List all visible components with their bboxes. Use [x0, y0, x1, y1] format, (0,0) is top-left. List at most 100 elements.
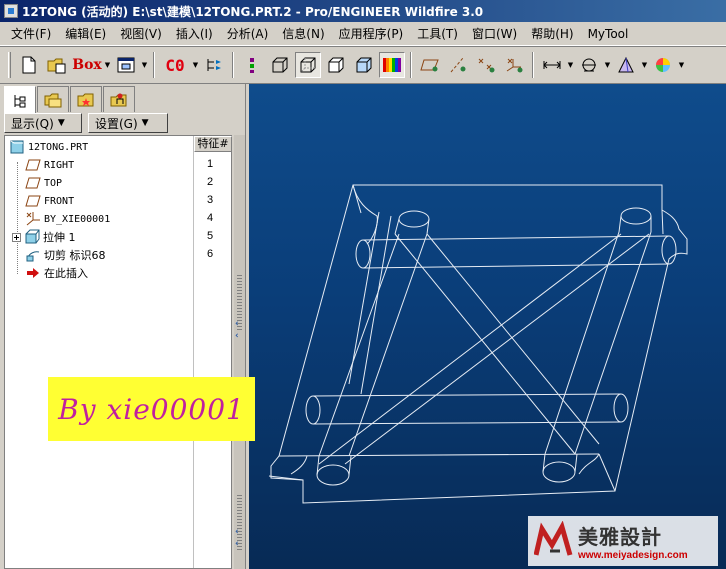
- model-tree-button[interactable]: [201, 52, 227, 78]
- regenerate-button[interactable]: C0: [160, 52, 190, 78]
- graphics-viewport[interactable]: [249, 84, 726, 569]
- title-bar[interactable]: 12TONG (活动的) E:\st\建模\12TONG.PRT.2 - Pro…: [0, 0, 726, 22]
- tree-item-front[interactable]: FRONT: [25, 192, 74, 210]
- chevron-left-icon: ‹: [235, 331, 239, 341]
- wireframe-button[interactable]: [267, 52, 293, 78]
- shading-button[interactable]: [351, 52, 377, 78]
- datum-axis-icon: [450, 57, 466, 73]
- tab-model-tree[interactable]: [4, 86, 36, 114]
- main-toolbar: Box ▼ ▼ C0 ▼ ▼ ▼ ▼ ▼: [0, 46, 726, 84]
- tree-item-cut[interactable]: 切剪 标识68: [25, 246, 106, 264]
- settings-label: 设置(G): [95, 116, 138, 131]
- feature-number: 1: [207, 158, 214, 170]
- chevron-left-icon: ‹: [235, 539, 239, 549]
- menu-bar: 文件(F) 编辑(E) 视图(V) 插入(I) 分析(A) 信息(N) 应用程序…: [0, 22, 726, 46]
- save-button[interactable]: [113, 52, 139, 78]
- menu-info[interactable]: 信息(N): [275, 24, 331, 44]
- favorites-icon: [77, 93, 94, 106]
- measure-button[interactable]: [539, 52, 565, 78]
- toolbar-separator: [153, 52, 155, 78]
- menu-tools[interactable]: 工具(T): [410, 24, 465, 44]
- shaded-cube-icon: [356, 57, 372, 73]
- open-folder-icon: [47, 58, 66, 74]
- coordinate-system-display-button[interactable]: [501, 52, 527, 78]
- toolbar-grip[interactable]: [8, 52, 11, 78]
- measure-icon: [543, 61, 561, 69]
- cut-icon: [25, 247, 41, 263]
- datum-point-icon: [478, 58, 495, 73]
- section-dropdown-arrow[interactable]: ▼: [603, 52, 612, 78]
- tree-item-label: 切剪 标识68: [44, 249, 106, 262]
- color-appearance-button[interactable]: [379, 52, 405, 78]
- datum-display-button[interactable]: [239, 52, 265, 78]
- extrude-icon: [24, 229, 40, 245]
- settings-dropdown-button[interactable]: 设置(G) ▼: [88, 113, 168, 133]
- feature-number-header[interactable]: 特征#: [194, 136, 232, 152]
- coord-system-icon: [25, 211, 41, 227]
- insert-arrow-icon: [25, 265, 41, 281]
- menu-window[interactable]: 窗口(W): [465, 24, 524, 44]
- color-spectrum-icon: [383, 58, 401, 72]
- chevron-down-icon: ▼: [57, 118, 65, 128]
- datum-plane-icon: [25, 175, 41, 191]
- datum-plane-icon: [420, 59, 439, 72]
- tree-item-right[interactable]: RIGHT: [25, 156, 74, 174]
- feature-number: 2: [207, 176, 214, 188]
- tree-item-csys[interactable]: BY_XIE00001: [25, 210, 110, 228]
- save-dropdown-arrow[interactable]: ▼: [140, 52, 149, 78]
- new-file-button[interactable]: [16, 52, 42, 78]
- part-icon: [9, 139, 25, 155]
- co-label: C0: [165, 55, 185, 75]
- coord-system-icon: [506, 58, 523, 73]
- appearance-button[interactable]: [650, 52, 676, 78]
- tab-favorites[interactable]: [70, 86, 102, 112]
- wireframe-cube-icon: [272, 57, 288, 73]
- menu-mytool[interactable]: MyTool: [581, 24, 636, 44]
- regenerate-dropdown-arrow[interactable]: ▼: [191, 52, 200, 78]
- model-tree-icon: [14, 94, 26, 107]
- tab-folder-browser[interactable]: [37, 86, 69, 112]
- tab-connections[interactable]: [103, 86, 135, 112]
- menu-insert[interactable]: 插入(I): [169, 24, 220, 44]
- watermark-logo: 美雅設計 www.meiyadesign.com: [528, 516, 718, 566]
- tree-item-label: TOP: [44, 177, 63, 189]
- measure-dropdown-arrow[interactable]: ▼: [566, 52, 575, 78]
- datum-axis-display-button[interactable]: [445, 52, 471, 78]
- feature-number: 6: [207, 248, 214, 260]
- show-dropdown-button[interactable]: 显示(Q) ▼: [4, 113, 82, 133]
- chevron-left-icon: ‹: [235, 319, 239, 329]
- section-button[interactable]: [576, 52, 602, 78]
- menu-view[interactable]: 视图(V): [113, 24, 169, 44]
- panel-splitter[interactable]: ‹ ‹ ‹ ‹: [234, 135, 245, 569]
- analysis-button[interactable]: [613, 52, 639, 78]
- hidden-line-button[interactable]: [295, 52, 321, 78]
- menu-help[interactable]: 帮助(H): [524, 24, 580, 44]
- feature-number: 4: [207, 212, 214, 224]
- datum-point-display-button[interactable]: [473, 52, 499, 78]
- toolbar-separator: [410, 52, 412, 78]
- analysis-dropdown-arrow[interactable]: ▼: [640, 52, 649, 78]
- tree-root[interactable]: 12TONG.PRT: [9, 138, 88, 156]
- datum-points-icon: [250, 58, 254, 73]
- expand-plus-icon: [11, 229, 21, 245]
- tree-item-label: 在此插入: [44, 267, 88, 280]
- datum-plane-display-button[interactable]: [417, 52, 443, 78]
- appearance-dropdown-arrow[interactable]: ▼: [677, 52, 686, 78]
- tree-item-top[interactable]: TOP: [25, 174, 62, 192]
- watermark-url: www.meiyadesign.com: [578, 550, 688, 561]
- no-hidden-button[interactable]: [323, 52, 349, 78]
- open-file-button[interactable]: [44, 52, 70, 78]
- menu-analysis[interactable]: 分析(A): [220, 24, 276, 44]
- wireframe-model: [268, 184, 688, 504]
- box-button[interactable]: Box: [72, 52, 102, 78]
- menu-file[interactable]: 文件(F): [4, 24, 58, 44]
- feature-number: 3: [207, 194, 214, 206]
- tree-item-insert-here[interactable]: 在此插入: [25, 264, 88, 282]
- proe-window: 12TONG (活动的) E:\st\建模\12TONG.PRT.2 - Pro…: [0, 0, 726, 569]
- menu-applications[interactable]: 应用程序(P): [332, 24, 411, 44]
- analysis-prism-icon: [618, 56, 634, 73]
- show-label: 显示(Q): [11, 116, 54, 131]
- menu-edit[interactable]: 编辑(E): [58, 24, 113, 44]
- tree-item-extrude[interactable]: 拉伸 1: [11, 228, 76, 246]
- box-dropdown-arrow[interactable]: ▼: [103, 52, 112, 78]
